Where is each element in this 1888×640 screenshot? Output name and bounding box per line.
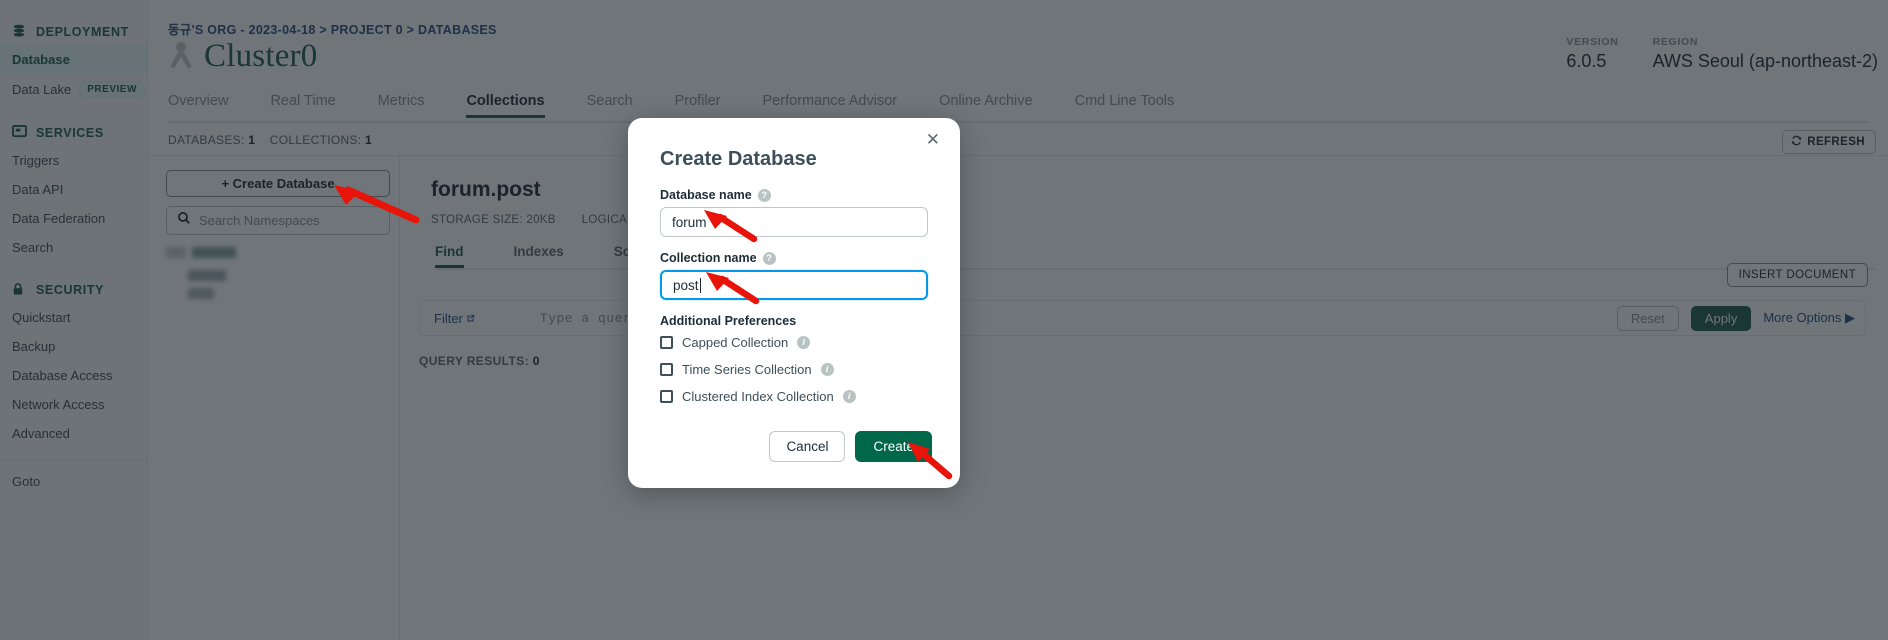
capped-collection-row: Capped Collection i [660, 335, 928, 350]
close-icon[interactable]: ✕ [926, 131, 940, 148]
clustered-index-collection-checkbox[interactable] [660, 390, 673, 403]
clustered-index-collection-label: Clustered Index Collection [682, 389, 834, 404]
modal-title: Create Database [660, 148, 817, 170]
clustered-index-collection-row: Clustered Index Collection i [660, 389, 928, 404]
info-icon[interactable]: i [820, 363, 834, 376]
help-icon[interactable]: ? [762, 251, 776, 265]
time-series-collection-checkbox[interactable] [660, 363, 673, 376]
additional-preferences-title: Additional Preferences [660, 314, 797, 328]
modal-footer: Cancel Create [769, 431, 932, 462]
collection-name-label: Collection name [660, 251, 757, 265]
info-icon[interactable]: i [797, 336, 811, 349]
create-button[interactable]: Create [855, 431, 932, 462]
info-icon[interactable]: i [842, 390, 856, 403]
database-name-label-row: Database name ? [660, 188, 928, 202]
collection-name-label-row: Collection name ? [660, 251, 928, 265]
time-series-collection-label: Time Series Collection [682, 362, 812, 377]
database-name-label: Database name [660, 188, 752, 202]
capped-collection-checkbox[interactable] [660, 336, 673, 349]
create-database-modal: ✕ Create Database Database name ? forum … [628, 118, 960, 488]
capped-collection-label: Capped Collection [682, 335, 789, 350]
time-series-collection-row: Time Series Collection i [660, 362, 928, 377]
collection-name-input[interactable]: post [660, 270, 928, 300]
cancel-button[interactable]: Cancel [769, 431, 846, 462]
help-icon[interactable]: ? [757, 188, 771, 202]
text-caret [699, 277, 701, 293]
collection-name-value: post [673, 277, 699, 293]
database-name-value: forum [672, 214, 707, 230]
database-name-input[interactable]: forum [660, 207, 928, 237]
